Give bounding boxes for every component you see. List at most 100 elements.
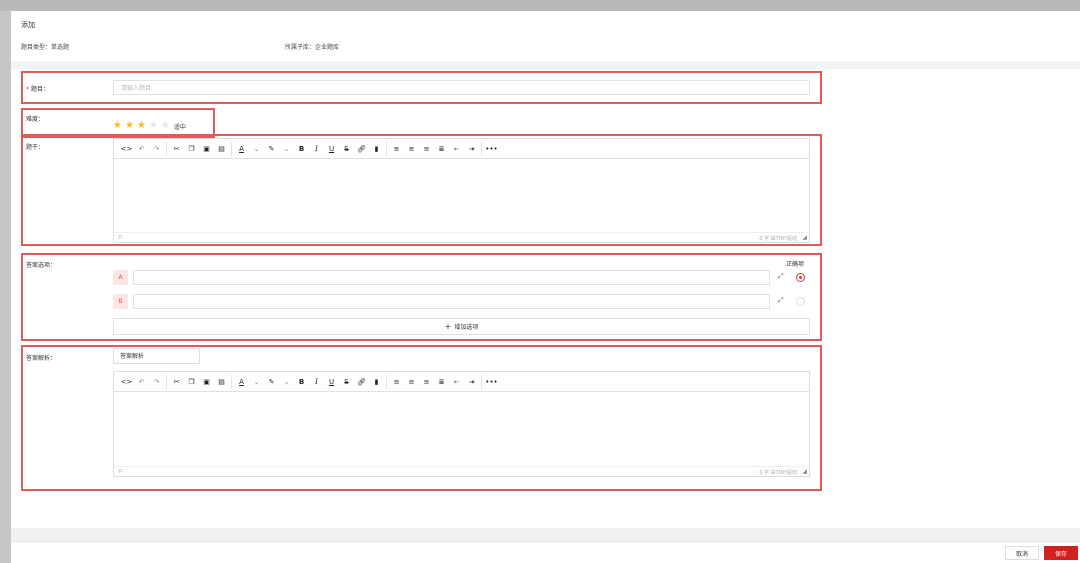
resize-handle-icon[interactable]: ◢ bbox=[802, 234, 807, 241]
options-label: 答案选项： bbox=[26, 262, 57, 269]
indent-icon[interactable]: ⇥ bbox=[465, 142, 478, 155]
difficulty-rating[interactable]: ★ ★ ★ ★ ★ 适中 bbox=[113, 121, 186, 131]
analysis-button[interactable]: 答案解析 bbox=[113, 348, 200, 364]
star-icon[interactable]: ★ bbox=[137, 121, 146, 131]
toolbar-separator bbox=[481, 141, 482, 156]
italic-icon[interactable]: I bbox=[310, 142, 323, 155]
copy-icon[interactable]: ❐ bbox=[185, 142, 198, 155]
underline-icon[interactable]: U bbox=[325, 375, 338, 388]
more-icon[interactable]: ••• bbox=[485, 375, 498, 388]
analysis-label: 答案解析： bbox=[26, 355, 57, 362]
save-button[interactable]: 保存 bbox=[1044, 546, 1078, 560]
link-icon[interactable]: 🔗︎ bbox=[355, 142, 368, 155]
align-left-icon[interactable]: ≡ bbox=[390, 142, 403, 155]
anchor-icon[interactable]: ▮ bbox=[370, 142, 383, 155]
header-divider bbox=[11, 61, 1080, 69]
copy-icon[interactable]: ❐ bbox=[185, 375, 198, 388]
anchor-icon[interactable]: ▮ bbox=[370, 375, 383, 388]
align-center-icon[interactable]: ≡ bbox=[405, 375, 418, 388]
align-center-icon[interactable]: ≡ bbox=[405, 142, 418, 155]
align-justify-icon[interactable]: ≣ bbox=[435, 142, 448, 155]
bold-icon[interactable]: B bbox=[295, 142, 308, 155]
resize-handle-icon[interactable]: ◢ bbox=[802, 468, 807, 475]
option-a-input[interactable] bbox=[133, 270, 770, 285]
stem-editor-statusbar: P 0 字 由TINY驱动 ◢ bbox=[114, 232, 809, 242]
toolbar-separator bbox=[231, 374, 232, 389]
star-icon[interactable]: ★ bbox=[161, 121, 170, 131]
cut-icon[interactable]: ✂ bbox=[170, 375, 183, 388]
underline-icon[interactable]: U bbox=[325, 142, 338, 155]
option-b-input[interactable] bbox=[133, 294, 770, 309]
toolbar-separator bbox=[386, 374, 387, 389]
difficulty-label: 难度： bbox=[26, 116, 45, 123]
outdent-icon[interactable]: ⇤ bbox=[450, 142, 463, 155]
chevron-down-icon[interactable]: ⌄ bbox=[250, 142, 263, 155]
required-mark: * bbox=[26, 86, 29, 93]
undo-icon[interactable]: ↶ bbox=[135, 142, 148, 155]
element-path: P bbox=[119, 469, 123, 475]
chevron-down-icon[interactable]: ⌄ bbox=[250, 375, 263, 388]
source-code-icon[interactable]: <> bbox=[120, 375, 133, 388]
paste-icon[interactable]: ▣ bbox=[200, 375, 213, 388]
page-title: 添加 bbox=[21, 21, 35, 29]
toolbar-separator bbox=[386, 141, 387, 156]
align-justify-icon[interactable]: ≣ bbox=[435, 375, 448, 388]
analysis-editor-toolbar: <> ↶ ↷ ✂ ❐ ▣ ▤ A ⌄ ✎ ⌄ B I U S 🔗︎ ▮ ≡ ≡ … bbox=[114, 372, 809, 392]
stem-editor[interactable]: <> ↶ ↷ ✂ ❐ ▣ ▤ A ⌄ ✎ ⌄ B I U S 🔗︎ ▮ ≡ ≡ … bbox=[113, 138, 810, 243]
star-icon[interactable]: ★ bbox=[125, 121, 134, 131]
align-right-icon[interactable]: ≡ bbox=[420, 142, 433, 155]
indent-icon[interactable]: ⇥ bbox=[465, 375, 478, 388]
source-code-icon[interactable]: <> bbox=[120, 142, 133, 155]
highlight-color-icon[interactable]: ✎ bbox=[265, 142, 278, 155]
subject-input[interactable]: 请输入题目 bbox=[113, 80, 810, 95]
window-top-bar bbox=[0, 0, 1080, 11]
add-option-button[interactable]: + 增加选项 bbox=[113, 318, 810, 335]
strikethrough-icon[interactable]: S bbox=[340, 375, 353, 388]
analysis-editor[interactable]: <> ↶ ↷ ✂ ❐ ▣ ▤ A ⌄ ✎ ⌄ B I U S 🔗︎ ▮ ≡ ≡ … bbox=[113, 371, 810, 477]
footer-strip bbox=[11, 528, 1080, 541]
expand-icon[interactable]: ⤢ bbox=[778, 296, 784, 305]
chevron-down-icon[interactable]: ⌄ bbox=[280, 375, 293, 388]
star-icon[interactable]: ★ bbox=[149, 121, 158, 131]
italic-icon[interactable]: I bbox=[310, 375, 323, 388]
paste-text-icon[interactable]: ▤ bbox=[215, 142, 228, 155]
toolbar-separator bbox=[166, 141, 167, 156]
redo-icon[interactable]: ↷ bbox=[150, 142, 163, 155]
sub-bank-info: 所属子库：企业题库 bbox=[285, 44, 340, 51]
cancel-button[interactable]: 取消 bbox=[1005, 546, 1039, 560]
correct-radio-a[interactable] bbox=[796, 273, 805, 282]
cut-icon[interactable]: ✂ bbox=[170, 142, 183, 155]
more-icon[interactable]: ••• bbox=[485, 142, 498, 155]
bold-icon[interactable]: B bbox=[295, 375, 308, 388]
align-left-icon[interactable]: ≡ bbox=[390, 375, 403, 388]
difficulty-text: 适中 bbox=[173, 123, 186, 131]
align-right-icon[interactable]: ≡ bbox=[420, 375, 433, 388]
highlight-color-icon[interactable]: ✎ bbox=[265, 375, 278, 388]
stem-editor-toolbar: <> ↶ ↷ ✂ ❐ ▣ ▤ A ⌄ ✎ ⌄ B I U S 🔗︎ ▮ ≡ ≡ … bbox=[114, 139, 809, 159]
stem-label: 题干： bbox=[26, 144, 45, 151]
add-option-label: 增加选项 bbox=[454, 324, 479, 331]
expand-icon[interactable]: ⤢ bbox=[778, 272, 784, 281]
outdent-icon[interactable]: ⇤ bbox=[450, 375, 463, 388]
toolbar-separator bbox=[231, 141, 232, 156]
toolbar-separator bbox=[481, 374, 482, 389]
text-color-icon[interactable]: A bbox=[235, 375, 248, 388]
strikethrough-icon[interactable]: S bbox=[340, 142, 353, 155]
chevron-down-icon[interactable]: ⌄ bbox=[280, 142, 293, 155]
star-icon[interactable]: ★ bbox=[113, 121, 122, 131]
redo-icon[interactable]: ↷ bbox=[150, 375, 163, 388]
undo-icon[interactable]: ↶ bbox=[135, 375, 148, 388]
word-count: 0 字 由TINY驱动 bbox=[759, 236, 797, 242]
correct-radio-b[interactable] bbox=[796, 297, 805, 306]
window-left-bar bbox=[0, 11, 11, 563]
subject-label-text: 题目： bbox=[31, 86, 50, 93]
element-path: P bbox=[119, 235, 123, 241]
analysis-editor-statusbar: P 0 字 由TINY驱动 ◢ bbox=[114, 466, 809, 476]
link-icon[interactable]: 🔗︎ bbox=[355, 375, 368, 388]
text-color-icon[interactable]: A bbox=[235, 142, 248, 155]
paste-text-icon[interactable]: ▤ bbox=[215, 375, 228, 388]
question-type-info: 题目类型：单选题 bbox=[21, 44, 70, 51]
subject-label: * 题目： bbox=[26, 84, 49, 93]
toolbar-separator bbox=[166, 374, 167, 389]
paste-icon[interactable]: ▣ bbox=[200, 142, 213, 155]
